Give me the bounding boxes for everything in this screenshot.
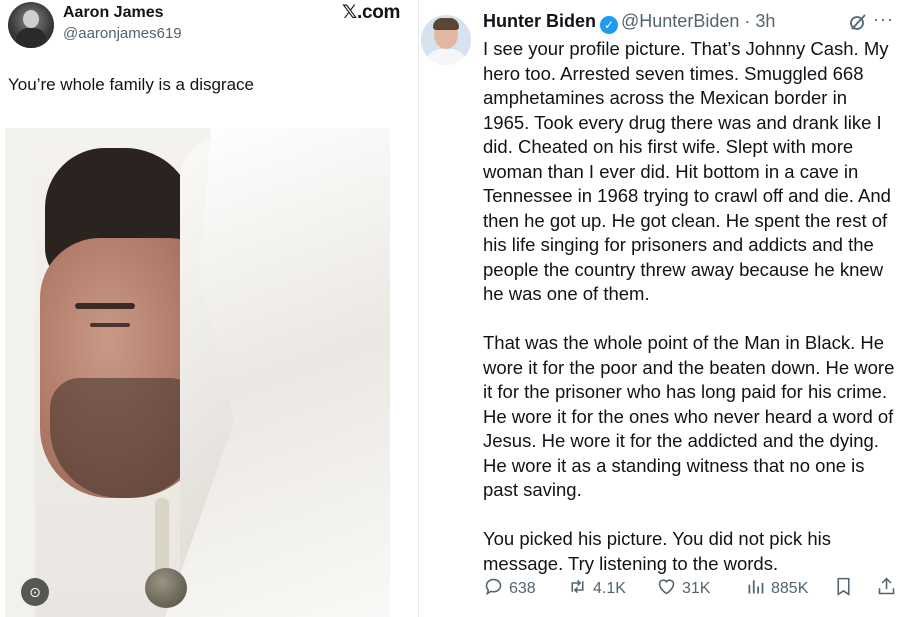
views-icon xyxy=(745,576,766,602)
repost-icon xyxy=(567,576,588,602)
panel-divider xyxy=(418,0,419,617)
right-post-body: I see your profile picture. That’s Johnn… xyxy=(483,37,898,576)
like-count: 31K xyxy=(682,580,711,597)
post-paragraph-2: That was the whole point of the Man in B… xyxy=(483,332,895,500)
repost-count: 4.1K xyxy=(593,580,626,597)
reply-button[interactable]: 638 xyxy=(483,576,536,602)
verified-badge-icon: ✓ xyxy=(600,16,619,34)
share-button[interactable] xyxy=(876,576,897,602)
share-icon xyxy=(876,576,897,602)
like-icon xyxy=(656,576,677,602)
x-watermark: 𝕏.com xyxy=(342,2,401,23)
right-post-header: Hunter Biden ✓ @HunterBiden · 3h xyxy=(483,11,775,34)
post-photo[interactable] xyxy=(5,128,390,617)
reply-count: 638 xyxy=(509,580,536,597)
post-actions: 638 4.1K 31K 885K xyxy=(483,576,900,600)
hunter-avatar[interactable] xyxy=(421,15,471,65)
post-separator: · xyxy=(739,11,756,31)
bookmark-icon xyxy=(833,576,854,602)
left-author-name[interactable]: Aaron James xyxy=(63,4,164,22)
left-post-text: You’re whole family is a disgrace xyxy=(8,75,254,94)
more-icon[interactable]: ··· xyxy=(873,9,894,30)
post-paragraph-1: I see your profile picture. That’s Johnn… xyxy=(483,38,891,304)
views-button[interactable]: 885K xyxy=(745,576,808,602)
post-paragraph-3: You picked his picture. You did not pick… xyxy=(483,528,831,574)
left-post: Aaron James @aaronjames619 You’re whole … xyxy=(0,0,420,617)
right-author-name[interactable]: Hunter Biden xyxy=(483,11,596,31)
left-author-handle[interactable]: @aaronjames619 xyxy=(63,25,182,42)
reply-icon xyxy=(483,576,504,602)
grok-icon[interactable] xyxy=(848,12,868,37)
post-time[interactable]: 3h xyxy=(755,11,775,31)
bookmark-button[interactable] xyxy=(833,576,854,602)
like-button[interactable]: 31K xyxy=(656,576,710,602)
right-author-handle[interactable]: @HunterBiden xyxy=(621,11,739,31)
image-lens-icon[interactable]: ⊙ xyxy=(21,578,49,606)
views-count: 885K xyxy=(771,580,809,597)
aaron-avatar[interactable] xyxy=(8,2,54,48)
repost-button[interactable]: 4.1K xyxy=(567,576,626,602)
